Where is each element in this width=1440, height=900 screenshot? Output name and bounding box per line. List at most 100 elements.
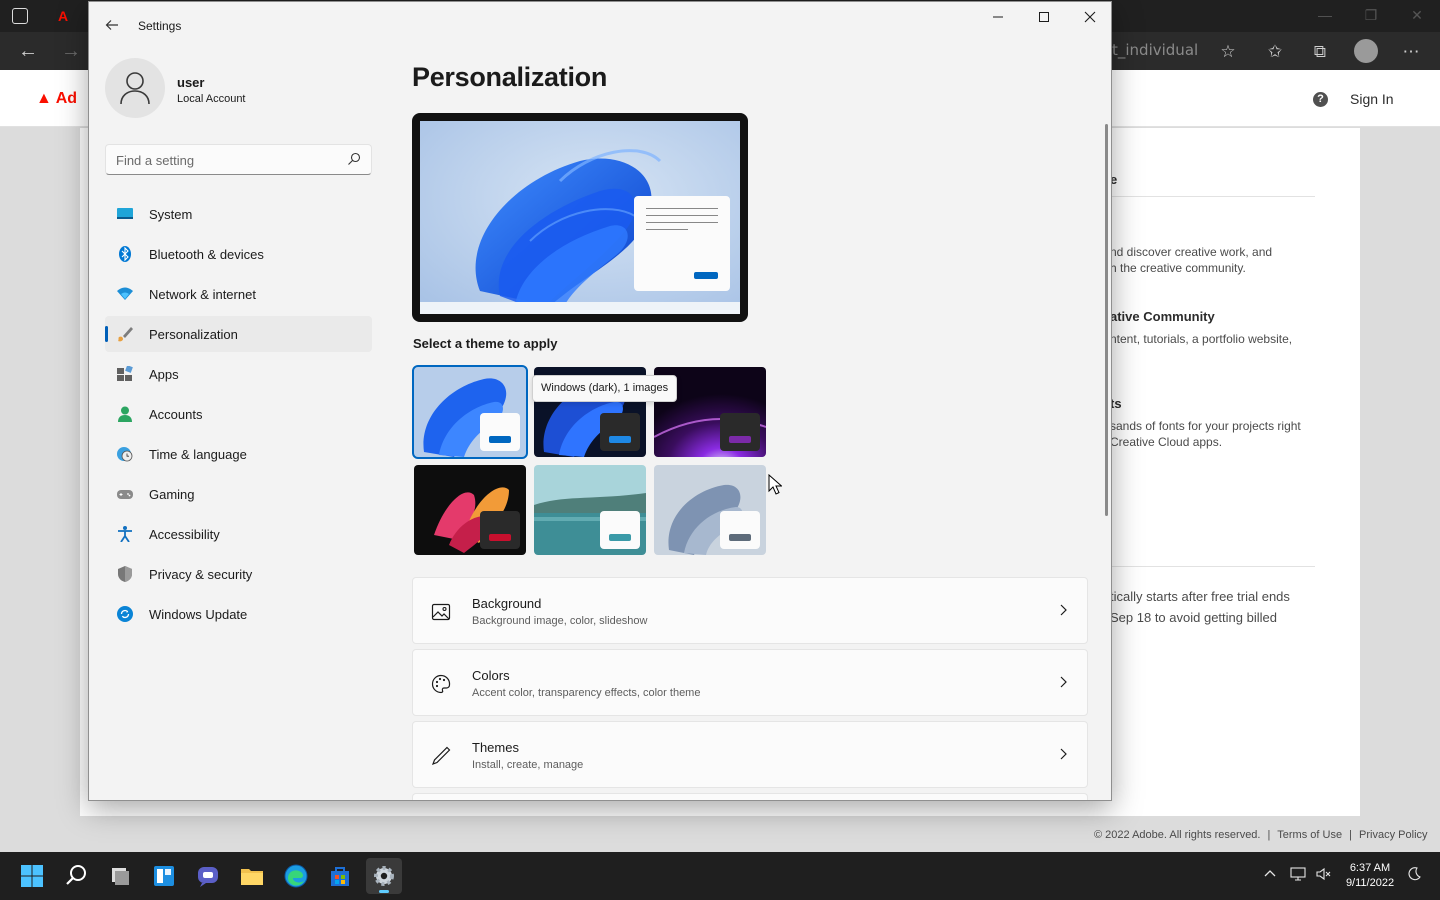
- next-row-partial[interactable]: [412, 793, 1088, 800]
- system-icon: [117, 208, 133, 219]
- nav-item-accessibility[interactable]: Accessibility: [105, 516, 372, 552]
- windows-logo-icon: [21, 865, 43, 887]
- adobe-tab-icon[interactable]: A: [58, 8, 74, 24]
- store-button[interactable]: [322, 858, 358, 894]
- row-subtitle: Accent color, transparency effects, colo…: [472, 687, 701, 699]
- close-icon: [1084, 11, 1096, 23]
- minimize-button[interactable]: [975, 2, 1021, 34]
- row-title: Background: [472, 596, 542, 611]
- person-icon: [118, 406, 132, 422]
- nav-label: Gaming: [149, 487, 195, 502]
- search-box[interactable]: [105, 144, 372, 175]
- folder-icon: [241, 869, 263, 885]
- page-text: h the creative community.: [1110, 261, 1246, 275]
- theme-flow[interactable]: [654, 465, 766, 555]
- image-icon: [431, 603, 451, 621]
- brush-icon: [118, 327, 133, 342]
- window-title: Settings: [138, 19, 182, 33]
- maximize-button[interactable]: [1021, 2, 1067, 34]
- settings-taskbar-button[interactable]: [366, 858, 402, 894]
- file-explorer-button[interactable]: [234, 858, 270, 894]
- search-icon[interactable]: [347, 152, 361, 166]
- nav-item-windows-update[interactable]: Windows Update: [105, 596, 372, 632]
- palette-icon: [431, 674, 451, 694]
- nav-label: Bluetooth & devices: [149, 247, 264, 262]
- browser-back-icon[interactable]: ←: [13, 36, 43, 66]
- colors-row[interactable]: Colors Accent color, transparency effect…: [412, 649, 1088, 716]
- help-icon[interactable]: ?: [1313, 92, 1328, 107]
- close-button[interactable]: [1067, 2, 1111, 34]
- apps-icon: [117, 366, 133, 381]
- more-menu-icon[interactable]: ⋯: [1398, 39, 1424, 65]
- clock[interactable]: 6:37 AM 9/11/2022: [1340, 861, 1400, 891]
- shield-icon: [118, 566, 132, 582]
- row-subtitle: Install, create, manage: [472, 759, 584, 771]
- sign-in-link[interactable]: Sign In: [1350, 91, 1394, 107]
- show-hidden-icons-icon[interactable]: [1260, 866, 1280, 886]
- theme-preview: [412, 113, 748, 322]
- browser-forward-icon[interactable]: →: [56, 36, 86, 66]
- nav-item-privacy[interactable]: Privacy & security: [105, 556, 372, 592]
- nav-item-bluetooth[interactable]: Bluetooth & devices: [105, 236, 372, 272]
- widgets-icon: [154, 866, 174, 886]
- preview-sample-window: [634, 196, 730, 291]
- mini-window: [600, 511, 640, 549]
- nav-label: Accessibility: [149, 527, 220, 542]
- theme-sunrise[interactable]: [534, 465, 646, 555]
- page-text: Creative Cloud apps.: [1110, 435, 1223, 449]
- page-text: nd discover creative work, and: [1110, 245, 1273, 259]
- themes-row[interactable]: Themes Install, create, manage: [412, 721, 1088, 788]
- store-icon: [331, 867, 349, 886]
- favorites-icon[interactable]: ✩: [1262, 39, 1288, 65]
- tab-actions-icon[interactable]: [12, 8, 28, 24]
- nav-label: Network & internet: [149, 287, 256, 302]
- add-favorite-icon[interactable]: ☆: [1215, 39, 1241, 65]
- nav-label: Time & language: [149, 447, 247, 462]
- chat-icon: [198, 867, 218, 887]
- mini-window: [600, 413, 640, 451]
- nav-item-system[interactable]: System: [105, 196, 372, 232]
- mini-window: [480, 511, 520, 549]
- search-icon: [66, 865, 86, 885]
- back-button[interactable]: [99, 12, 125, 38]
- browser-close-icon[interactable]: ✕: [1394, 0, 1440, 32]
- privacy-link[interactable]: Privacy Policy: [1359, 829, 1427, 841]
- focus-assist-icon[interactable]: [1404, 866, 1424, 886]
- collections-icon[interactable]: ⧉: [1307, 39, 1333, 65]
- nav-item-network[interactable]: Network & internet: [105, 276, 372, 312]
- volume-muted-icon[interactable]: [1313, 866, 1333, 886]
- settings-window: Settings user Local Account System Bluet…: [88, 1, 1112, 801]
- task-view-button[interactable]: [102, 858, 138, 894]
- page-text: tically starts after free trial ends: [1110, 589, 1290, 604]
- theme-windows-light[interactable]: [412, 365, 528, 459]
- footer-separator: |: [1267, 829, 1271, 841]
- title-bar: Settings: [89, 2, 1111, 48]
- adobe-logo-text: Ad: [55, 90, 78, 107]
- nav-label: Accounts: [149, 407, 203, 422]
- nav-item-apps[interactable]: Apps: [105, 356, 372, 392]
- theme-captured-motion[interactable]: [414, 465, 526, 555]
- nav-item-accounts[interactable]: Accounts: [105, 396, 372, 432]
- chat-button[interactable]: [190, 858, 226, 894]
- profile-avatar[interactable]: [1354, 39, 1378, 63]
- widgets-button[interactable]: [146, 858, 182, 894]
- taskbar-search-button[interactable]: [58, 858, 94, 894]
- adobe-logo[interactable]: ▲ Ad: [36, 90, 77, 108]
- account-type: Local Account: [177, 93, 246, 105]
- nav-item-personalization[interactable]: Personalization: [105, 316, 372, 352]
- background-row[interactable]: Background Background image, color, slid…: [412, 577, 1088, 644]
- nav-item-time-language[interactable]: Time & language: [105, 436, 372, 472]
- preview-accent-button: [694, 272, 718, 279]
- nav-item-gaming[interactable]: Gaming: [105, 476, 372, 512]
- start-button[interactable]: [14, 858, 50, 894]
- browser-minimize-icon[interactable]: —: [1302, 0, 1348, 32]
- browser-restore-icon[interactable]: ❐: [1348, 0, 1394, 32]
- address-bar-text[interactable]: t_individual: [1112, 41, 1198, 59]
- edge-button[interactable]: [278, 858, 314, 894]
- globe-clock-icon: [117, 447, 133, 462]
- search-input[interactable]: [116, 151, 336, 169]
- network-icon[interactable]: [1288, 866, 1308, 886]
- page-text: Sep 18 to avoid getting billed: [1110, 610, 1277, 625]
- scrollbar[interactable]: [1105, 124, 1108, 516]
- terms-link[interactable]: Terms of Use: [1277, 829, 1342, 841]
